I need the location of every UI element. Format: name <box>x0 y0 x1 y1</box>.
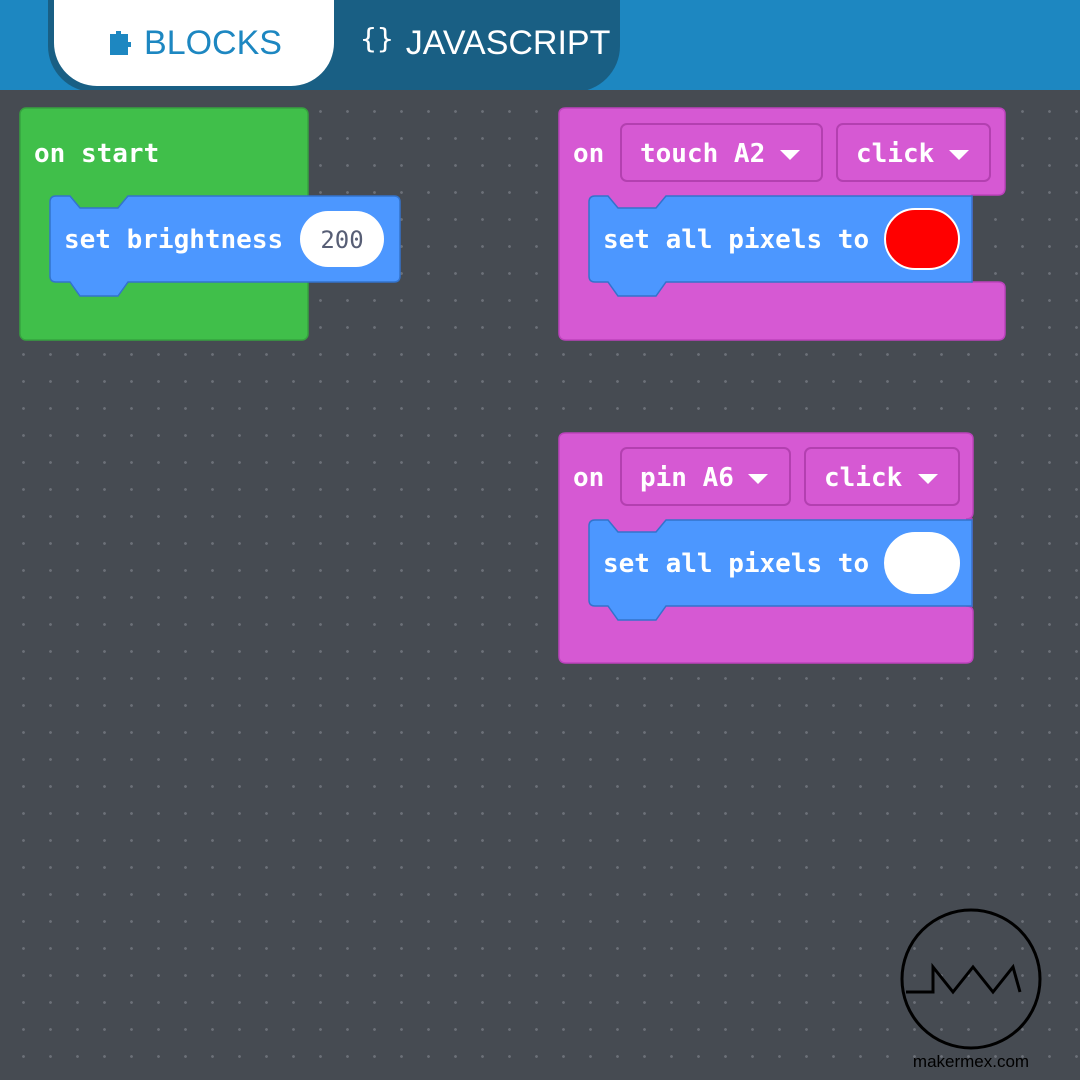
set-brightness-block[interactable]: set brightness 200 <box>49 195 401 297</box>
blocks-canvas: on start set brightness 200 on touch A2 … <box>19 107 1042 1071</box>
set-brightness-label: set brightness <box>64 225 283 255</box>
touch-event-label: click <box>856 139 935 169</box>
touch-event-dropdown[interactable]: click <box>836 123 991 182</box>
brightness-input[interactable]: 200 <box>300 211 384 267</box>
on-label: on <box>573 463 604 493</box>
makermex-logo: makermex.com <box>900 908 1042 1071</box>
set-all-pixels-label: set all pixels to <box>603 549 869 579</box>
on-start-block[interactable]: on start set brightness 200 <box>19 107 401 341</box>
touch-pin-dropdown[interactable]: touch A2 <box>620 123 823 182</box>
color-picker-red[interactable] <box>884 208 960 270</box>
pin-label: pin A6 <box>640 463 734 493</box>
set-all-pixels-label: set all pixels to <box>603 225 869 255</box>
brightness-value: 200 <box>320 226 363 254</box>
on-touch-click-block[interactable]: on touch A2 click set all pixels to <box>558 107 1006 341</box>
pin-dropdown[interactable]: pin A6 <box>620 447 791 506</box>
set-all-pixels-block-red[interactable]: set all pixels to <box>588 195 973 297</box>
on-start-label: on start <box>34 139 159 169</box>
on-pin-click-block[interactable]: on pin A6 click set all pixels to <box>558 432 974 664</box>
logo-text: makermex.com <box>913 1052 1029 1071</box>
pin-event-label: click <box>824 463 903 493</box>
set-all-pixels-block-white[interactable]: set all pixels to <box>588 519 973 621</box>
color-picker-white[interactable] <box>884 532 960 594</box>
touch-pin-label: touch A2 <box>640 139 765 169</box>
pin-event-dropdown[interactable]: click <box>804 447 960 506</box>
on-label: on <box>573 139 604 169</box>
